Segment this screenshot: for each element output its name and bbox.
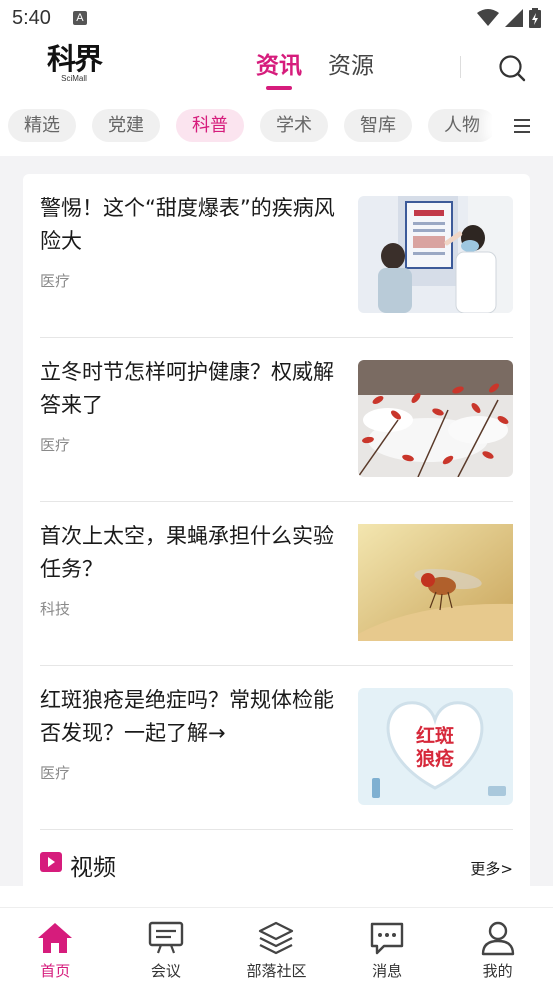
app-header: 科界 SciMall 资讯 资源 (0, 36, 553, 98)
content-area[interactable]: 警惕！这个“甜度爆表”的疾病风险大 医疗 立冬时节怎样呵护健康？权威解答来了 医… (0, 156, 553, 886)
app-logo: 科界 SciMall (44, 44, 104, 84)
nav-messages[interactable]: 消息 (332, 908, 443, 984)
article-tag: 医疗 (40, 272, 71, 290)
category-science-popular[interactable]: 科普 (176, 109, 244, 142)
category-party-building[interactable]: 党建 (92, 109, 160, 142)
battery-icon (529, 8, 541, 28)
video-play-icon (40, 852, 62, 872)
article-thumbnail (358, 524, 513, 641)
video-more-link[interactable]: 更多> (470, 858, 513, 879)
article-title: 立冬时节怎样呵护健康？权威解答来了 (40, 360, 334, 417)
category-menu-button[interactable] (492, 109, 553, 142)
article-item[interactable]: 立冬时节怎样呵护健康？权威解答来了 医疗 (40, 338, 513, 502)
video-section-title: 视频 (70, 855, 116, 881)
nav-messages-label: 消息 (372, 962, 403, 980)
tab-resources[interactable]: 资源 (328, 46, 374, 86)
home-icon (38, 923, 73, 953)
main-tabs: 资讯 资源 (256, 46, 374, 90)
nav-meeting-label: 会议 (150, 962, 181, 980)
meeting-icon (148, 921, 184, 954)
article-item[interactable]: 首次上太空，果蝇承担什么实验任务？ 科技 (40, 502, 513, 666)
signal-icon (505, 9, 523, 27)
status-time: 5:40 (12, 6, 51, 29)
article-thumbnail (358, 360, 513, 477)
nav-profile-label: 我的 (482, 962, 513, 980)
article-title: 首次上太空，果蝇承担什么实验任务？ (40, 524, 334, 581)
article-title: 警惕！这个“甜度爆表”的疾病风险大 (40, 196, 335, 253)
category-list: 精选 党建 科普 学术 智库 人物 (8, 109, 492, 142)
video-section-header: 视频 更多> (40, 848, 513, 886)
nav-profile[interactable]: 我的 (442, 908, 553, 984)
category-academic[interactable]: 学术 (260, 109, 328, 142)
notification-a-icon: A (72, 11, 87, 25)
article-tag: 医疗 (40, 436, 71, 454)
category-people[interactable]: 人物 (428, 109, 492, 142)
article-card: 警惕！这个“甜度爆表”的疾病风险大 医疗 立冬时节怎样呵护健康？权威解答来了 医… (23, 174, 530, 886)
menu-icon (513, 118, 530, 133)
user-icon (481, 921, 514, 956)
layers-icon (259, 921, 294, 955)
thumbnail-text-1: 红斑 (416, 724, 454, 747)
search-icon (499, 55, 526, 82)
bottom-navigation: 首页 会议 部落社区 消息 我的 (0, 907, 553, 984)
category-think-tank[interactable]: 智库 (344, 109, 412, 142)
status-bar: 5:40 A (0, 0, 553, 36)
thumbnail-text-2: 狼疮 (416, 747, 454, 770)
nav-community-label: 部落社区 (246, 962, 307, 980)
nav-home[interactable]: 首页 (0, 908, 111, 984)
article-item[interactable]: 警惕！这个“甜度爆表”的疾病风险大 医疗 (40, 174, 513, 338)
nav-meeting[interactable]: 会议 (111, 908, 222, 984)
nav-home-label: 首页 (40, 962, 71, 980)
article-item[interactable]: 红斑狼疮是绝症吗？常规体检能否发现？一起了解→ 医疗 红斑 狼疮 (40, 666, 513, 830)
search-button[interactable] (496, 52, 528, 84)
category-bar: 精选 党建 科普 学术 智库 人物 (0, 100, 553, 154)
message-icon (370, 922, 404, 955)
tab-news[interactable]: 资讯 (256, 46, 302, 90)
nav-community[interactable]: 部落社区 (221, 908, 332, 984)
wifi-icon (477, 9, 499, 26)
logo-text: 科界 (46, 42, 103, 76)
article-thumbnail (358, 196, 513, 313)
status-indicators (477, 8, 541, 28)
header-divider (460, 56, 461, 78)
article-title: 红斑狼疮是绝症吗？常规体检能否发现？一起了解→ (40, 688, 334, 745)
category-featured[interactable]: 精选 (8, 109, 76, 142)
article-tag: 医疗 (40, 764, 71, 782)
article-tag: 科技 (40, 600, 71, 618)
article-thumbnail: 红斑 狼疮 (358, 688, 513, 805)
